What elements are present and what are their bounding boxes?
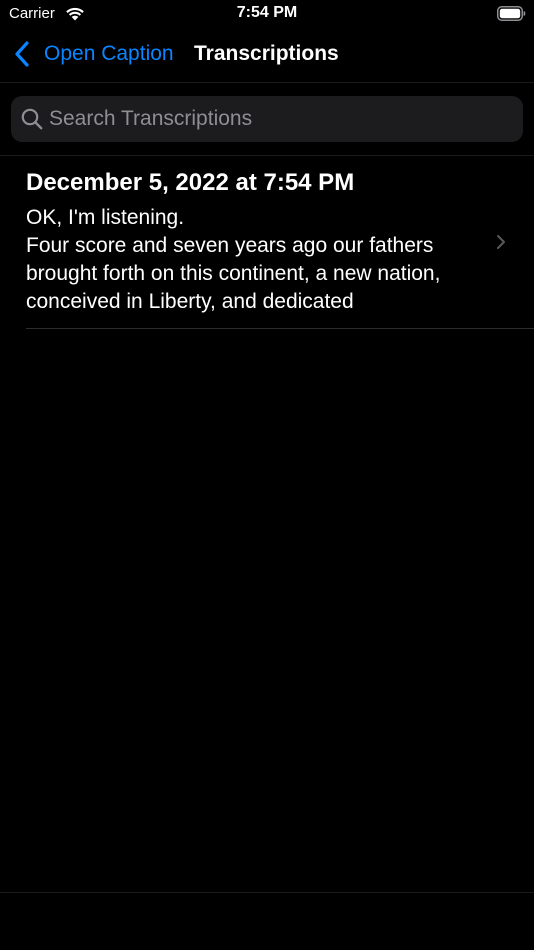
status-bar: Carrier 7:54 PM: [0, 0, 534, 28]
status-time: 7:54 PM: [236, 4, 298, 21]
page-title: Transcriptions: [194, 42, 339, 65]
search-bar[interactable]: [11, 96, 523, 142]
chevron-left-icon: [15, 41, 29, 67]
transcription-date: December 5, 2022 at 7:54 PM: [26, 169, 355, 196]
back-button[interactable]: Open Caption: [14, 38, 174, 70]
chevron-right-icon: [497, 235, 505, 249]
back-button-label: Open Caption: [44, 42, 174, 65]
toolbar-divider: [0, 892, 534, 893]
navigation-bar: Open Caption Transcriptions: [0, 28, 534, 83]
search-input[interactable]: [49, 96, 509, 142]
transcription-preview: OK, I'm listening. Four score and seven …: [26, 206, 441, 313]
transcription-list-item[interactable]: December 5, 2022 at 7:54 PM OK, I'm list…: [0, 156, 534, 328]
magnifying-glass-icon: [21, 108, 43, 130]
battery-icon: [497, 6, 526, 21]
list-item-divider: [26, 328, 534, 329]
